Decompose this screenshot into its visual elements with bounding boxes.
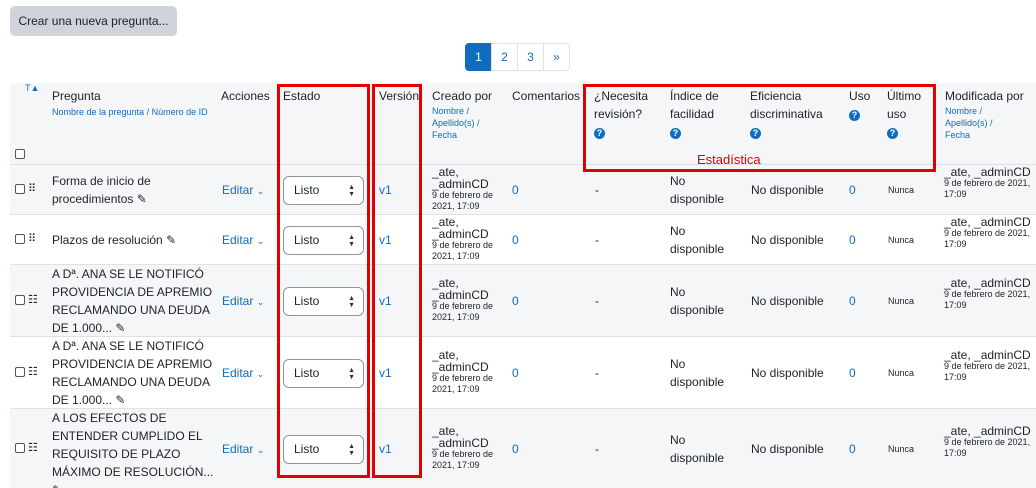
usage-count-link[interactable]: 0 <box>849 364 856 382</box>
usage-count-link[interactable]: 0 <box>849 292 856 310</box>
table-row: ☷ A Dª. ANA SE LE NOTIFICÓ PROVIDENCIA D… <box>10 336 1036 408</box>
last-used-value: Nunca <box>888 296 915 306</box>
comments-count-link[interactable]: 0 <box>512 364 519 382</box>
table-row: ☷ A Dª. ANA SE LE NOTIFICÓ PROVIDENCIA D… <box>10 264 1036 336</box>
modifier-info: _ate, _adminCD 9 de febrero de 2021, 17:… <box>944 165 1031 199</box>
question-name: Plazos de resolución ✎ <box>52 233 177 247</box>
question-name: Forma de inicio de procedimientos ✎ <box>52 174 151 206</box>
page-3-link[interactable]: 3 <box>517 43 544 71</box>
discrimination-value: No disponible <box>751 233 824 247</box>
needs-review-value: - <box>595 442 599 456</box>
multichoice-icon: ⠿ <box>28 183 36 195</box>
row-checkbox[interactable] <box>15 184 25 194</box>
sort-by-name-link[interactable]: Nombre de la pregunta <box>52 107 144 117</box>
page-1-link[interactable]: 1 <box>465 43 492 71</box>
edit-name-icon[interactable]: ✎ <box>115 393 125 407</box>
facility-index-value: No disponible <box>670 174 725 206</box>
discrimination-value: No disponible <box>751 366 824 380</box>
list-icon: ☷ <box>28 366 38 378</box>
edit-menu[interactable]: Editar ⌄ <box>222 440 264 459</box>
usage-count-link[interactable]: 0 <box>849 231 856 249</box>
modifier-info: _ate, _adminCD 9 de febrero de 2021, 17:… <box>944 348 1031 382</box>
select-all-checkbox[interactable] <box>15 149 25 159</box>
edit-menu[interactable]: Editar ⌄ <box>222 292 264 311</box>
discrimination-value: No disponible <box>751 442 824 456</box>
pagination: 1 2 3 » <box>465 43 570 71</box>
table-row: ⠿ Plazos de resolución ✎ Editar ⌄ Listo ▲… <box>10 214 1036 264</box>
multichoice-icon: ⠿ <box>28 233 36 245</box>
row-checkbox[interactable] <box>15 443 25 453</box>
last-used-value: Nunca <box>888 185 915 195</box>
column-modificada-por: Modificada por Nombre / Apellido(s) / Fech… <box>945 89 1024 140</box>
facility-index-value: No disponible <box>670 285 725 317</box>
chevron-down-icon: ⌄ <box>256 236 265 246</box>
facility-index-value: No disponible <box>670 433 725 465</box>
chevron-down-icon: ⌄ <box>256 369 265 379</box>
creator-info: _ate, _adminCD 9 de febrero de 2021, 17:… <box>432 215 494 261</box>
sort-by-modifier-name-link[interactable]: Nombre <box>945 106 977 116</box>
comments-count-link[interactable]: 0 <box>512 181 519 199</box>
column-comentarios[interactable]: Comentarios <box>512 87 580 105</box>
facility-index-value: No disponible <box>670 357 725 389</box>
sort-by-creator-name-link[interactable]: Nombre <box>432 106 464 116</box>
page-2-link[interactable]: 2 <box>491 43 518 71</box>
facility-index-value: No disponible <box>670 224 725 256</box>
question-name: A Dª. ANA SE LE NOTIFICÓ PROVIDENCIA DE … <box>52 267 213 335</box>
creator-info: _ate, _adminCD 9 de febrero de 2021, 17:… <box>432 276 494 322</box>
last-used-value: Nunca <box>888 235 915 245</box>
needs-review-value: - <box>595 183 599 197</box>
list-icon: ☷ <box>28 442 38 454</box>
edit-menu[interactable]: Editar ⌄ <box>222 181 264 200</box>
needs-review-value: - <box>595 294 599 308</box>
row-checkbox[interactable] <box>15 295 25 305</box>
table-row: ☷ A LOS EFECTOS DE ENTENDER CUMPLIDO EL … <box>10 408 1036 488</box>
sort-by-creator-surname-link[interactable]: Apellido(s) <box>432 118 475 128</box>
column-creado-por: Creado por Nombre / Apellido(s) / Fecha <box>432 89 493 140</box>
question-name: A LOS EFECTOS DE ENTENDER CUMPLIDO EL RE… <box>52 409 217 488</box>
modifier-info: _ate, _adminCD 9 de febrero de 2021, 17:… <box>944 276 1031 310</box>
sort-by-modified-date-link[interactable]: Fecha <box>945 130 970 140</box>
statistics-annotation-label: Estadística <box>697 152 761 167</box>
row-checkbox[interactable] <box>15 367 25 377</box>
next-page-link[interactable]: » <box>543 43 570 71</box>
comments-count-link[interactable]: 0 <box>512 231 519 249</box>
creator-info: _ate, _adminCD 9 de febrero de 2021, 17:… <box>432 165 494 211</box>
creator-info: _ate, _adminCD 9 de febrero de 2021, 17:… <box>432 424 494 470</box>
edit-name-icon[interactable]: ✎ <box>52 483 62 488</box>
comments-count-link[interactable]: 0 <box>512 440 519 458</box>
last-used-value: Nunca <box>888 444 915 454</box>
chevron-down-icon: ⌄ <box>256 445 265 455</box>
needs-review-value: - <box>595 233 599 247</box>
modifier-info: _ate, _adminCD 9 de febrero de 2021, 17:… <box>944 424 1031 458</box>
edit-name-icon[interactable]: ✎ <box>115 321 125 335</box>
discrimination-value: No disponible <box>751 183 824 197</box>
edit-menu[interactable]: Editar ⌄ <box>222 364 264 383</box>
creator-info: _ate, _adminCD 9 de febrero de 2021, 17:… <box>432 348 494 394</box>
comments-count-link[interactable]: 0 <box>512 292 519 310</box>
column-pregunta: Pregunta Nombre de la pregunta / Número … <box>52 87 212 120</box>
discrimination-value: No disponible <box>751 294 824 308</box>
chevron-down-icon: ⌄ <box>256 297 265 307</box>
question-name: A Dª. ANA SE LE NOTIFICÓ PROVIDENCIA DE … <box>52 339 213 407</box>
version-highlight-box <box>372 84 422 478</box>
estado-highlight-box <box>277 84 370 478</box>
sort-by-created-date-link[interactable]: Fecha <box>432 130 457 140</box>
needs-review-value: - <box>595 366 599 380</box>
edit-name-icon[interactable]: ✎ <box>166 233 176 247</box>
pregunta-header[interactable]: Pregunta <box>52 87 212 105</box>
sort-by-modifier-surname-link[interactable]: Apellido(s) <box>945 118 988 128</box>
column-acciones: Acciones <box>221 89 270 103</box>
edit-menu[interactable]: Editar ⌄ <box>222 231 264 250</box>
list-icon: ☷ <box>28 294 38 306</box>
row-checkbox[interactable] <box>15 234 25 244</box>
modifier-info: _ate, _adminCD 9 de febrero de 2021, 17:… <box>944 215 1031 249</box>
sort-by-id-link[interactable]: Número de ID <box>152 107 208 117</box>
usage-count-link[interactable]: 0 <box>849 440 856 458</box>
last-used-value: Nunca <box>888 368 915 378</box>
edit-name-icon[interactable]: ✎ <box>137 192 147 206</box>
usage-count-link[interactable]: 0 <box>849 181 856 199</box>
chevron-down-icon: ⌄ <box>256 186 265 196</box>
sort-icon[interactable]: T▲ <box>25 83 39 93</box>
create-question-button[interactable]: Crear una nueva pregunta... <box>10 6 177 36</box>
